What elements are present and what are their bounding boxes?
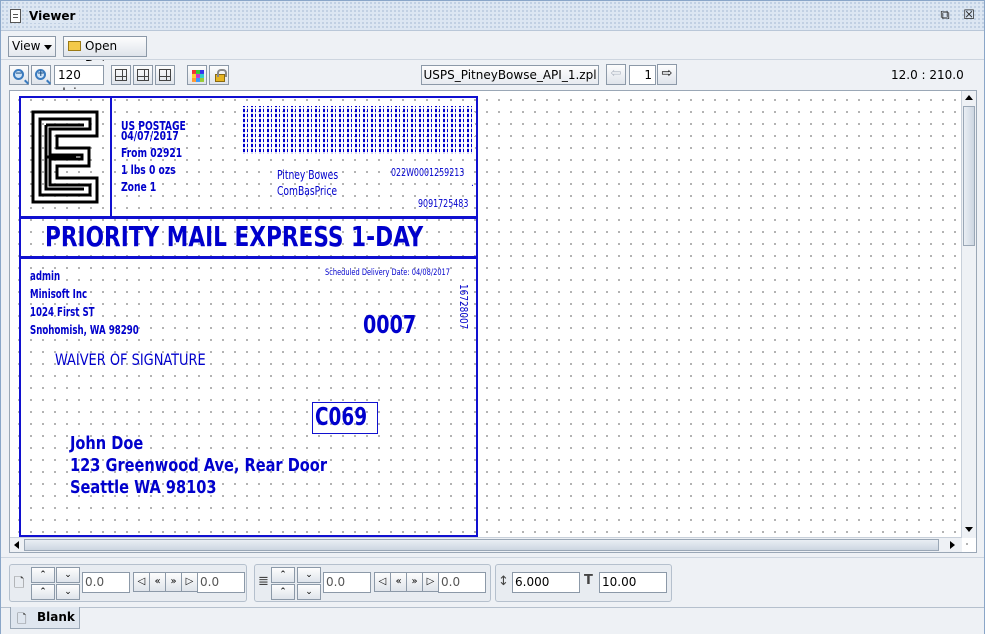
lock-button[interactable]	[209, 65, 229, 85]
postage-zone: Zone 1	[121, 180, 157, 194]
folder-open-icon	[68, 41, 81, 51]
filename-button[interactable]: USPS_PitneyBowse_API_1.zpl	[421, 65, 599, 85]
route-code: 0007	[363, 310, 417, 339]
y-end-field[interactable]: 0.0	[438, 572, 486, 593]
zoom-out-icon: −	[13, 69, 24, 80]
x-last-button[interactable]: ▷	[181, 572, 198, 592]
open-data-button[interactable]: Open Data	[63, 36, 147, 72]
x-down-button[interactable]: ⌄	[56, 567, 80, 583]
tab-bar	[1, 607, 984, 634]
height-field[interactable]: 6.000	[512, 572, 580, 593]
height-icon: ↕	[498, 574, 509, 589]
sender-company: Minisoft Inc	[30, 287, 88, 301]
grid-both-button[interactable]	[155, 65, 175, 85]
zoom-in-icon: +	[35, 69, 46, 80]
service-top-rule	[21, 216, 476, 219]
cursor-coordinates: 12.0 : 210.0	[891, 68, 964, 82]
y-up-button[interactable]: ⌃	[271, 567, 295, 583]
postage-weight: 1 lbs 0 ozs	[121, 163, 176, 177]
y-up-fast-button[interactable]: ⌃	[271, 584, 295, 600]
2d-barcode-icon	[243, 106, 475, 154]
postage-date: 04/07/2017	[121, 129, 179, 143]
horizontal-scrollbar[interactable]	[10, 537, 962, 552]
x-forward-button[interactable]: »	[165, 572, 182, 592]
label-canvas[interactable]: US POSTAGE 04/07/2017 From 02921 1 lbs 0…	[9, 90, 977, 553]
recipient-street: 123 Greenwood Ave, Rear Door	[70, 455, 328, 476]
x-down-fast-button[interactable]: ⌄	[56, 584, 80, 600]
chevron-down-icon	[44, 45, 52, 50]
x-up-button[interactable]: ⌃	[31, 567, 55, 583]
y-start-field[interactable]: 0.0	[323, 572, 371, 593]
viewer-window: Viewer ⧉ ☒ View Open Data − + 120 dpi	[0, 0, 985, 634]
service-bottom-rule	[21, 256, 476, 259]
tab-blank[interactable]: 🗋 Blank	[10, 607, 80, 629]
title-bar: Viewer ⧉ ☒	[1, 1, 984, 31]
recipient-city: Seattle WA 98103	[70, 477, 217, 498]
width-icon: T	[584, 573, 593, 588]
carrier-route: C069	[315, 402, 368, 431]
y-first-button[interactable]: ◁	[374, 572, 391, 592]
vertical-scrollbar[interactable]	[961, 91, 976, 538]
x-start-field[interactable]: 0.0	[82, 572, 130, 593]
scroll-left-icon[interactable]	[14, 541, 19, 549]
window-title: Viewer	[29, 9, 80, 23]
vertical-code: 16728007	[457, 284, 470, 330]
logo-divider	[110, 98, 112, 216]
sender-street: 1024 First ST	[30, 305, 95, 319]
prev-page-button[interactable]: ⇦	[606, 64, 626, 85]
grid-horizontal-icon	[137, 69, 149, 81]
horizontal-scroll-thumb[interactable]	[24, 539, 939, 551]
grid-horizontal-button[interactable]	[133, 65, 153, 85]
waiver-text: WAIVER OF SIGNATURE	[55, 350, 206, 369]
scheduled-delivery: Scheduled Delivery Date: 04/08/2017	[325, 268, 450, 278]
view-combo-label: View	[12, 39, 41, 53]
page-number-field[interactable]: 1	[629, 65, 656, 85]
y-down-button[interactable]: ⌄	[297, 567, 321, 583]
grid-vertical-button[interactable]	[111, 65, 131, 85]
dpi-field[interactable]: 120 dpi	[54, 65, 104, 100]
vertical-scroll-thumb[interactable]	[963, 106, 975, 246]
restore-window-icon[interactable]: ⧉	[938, 9, 952, 23]
grid-vertical-icon	[115, 69, 127, 81]
y-rewind-button[interactable]: «	[390, 572, 407, 592]
pitney-bowes-text: Pitney Bowes	[277, 168, 339, 182]
postage-from: From 02921	[121, 146, 183, 160]
meter-dot: .	[471, 178, 474, 189]
zoom-in-button[interactable]: +	[31, 65, 51, 85]
y-forward-button[interactable]: »	[406, 572, 423, 592]
y-last-button[interactable]: ▷	[422, 572, 439, 592]
x-first-button[interactable]: ◁	[133, 572, 150, 592]
x-rewind-button[interactable]: «	[149, 572, 166, 592]
sender-city: Snohomish, WA 98290	[30, 323, 139, 337]
tab-blank-label: Blank	[37, 610, 75, 624]
page-icon: 🗋	[14, 576, 25, 591]
shipping-label: US POSTAGE 04/07/2017 From 02921 1 lbs 0…	[19, 96, 478, 537]
next-page-button[interactable]: ⇨	[657, 64, 677, 85]
scroll-up-icon[interactable]	[965, 95, 973, 100]
width-field[interactable]: 10.00	[599, 572, 667, 593]
service-banner: PRIORITY MAIL EXPRESS 1-DAY	[45, 220, 424, 253]
combasprice-text: ComBasPrice	[277, 184, 338, 198]
grid-both-icon	[159, 69, 171, 81]
x-end-field[interactable]: 0.0	[197, 572, 245, 593]
lock-icon	[215, 69, 227, 82]
document-icon: 🗋	[17, 612, 27, 626]
palette-icon	[192, 70, 204, 82]
y-down-fast-button[interactable]: ⌄	[297, 584, 321, 600]
sender-name: admin	[30, 269, 61, 283]
usps-e-logo-icon	[31, 110, 99, 204]
meter-number: 9091725483	[418, 197, 469, 210]
menu-toolbar: View Open Data	[1, 32, 984, 72]
recipient-name: John Doe	[70, 433, 144, 454]
x-up-fast-button[interactable]: ⌃	[31, 584, 55, 600]
document-icon	[10, 9, 21, 23]
scroll-right-icon[interactable]	[950, 541, 955, 549]
close-window-icon[interactable]: ☒	[962, 9, 976, 23]
zoom-out-button[interactable]: −	[9, 65, 29, 85]
view-combo[interactable]: View	[8, 36, 56, 57]
meter-id: 022W0001259213	[391, 166, 465, 179]
lines-icon: ≣	[258, 574, 269, 589]
scroll-down-icon[interactable]	[965, 527, 973, 532]
palette-button[interactable]	[187, 65, 207, 85]
